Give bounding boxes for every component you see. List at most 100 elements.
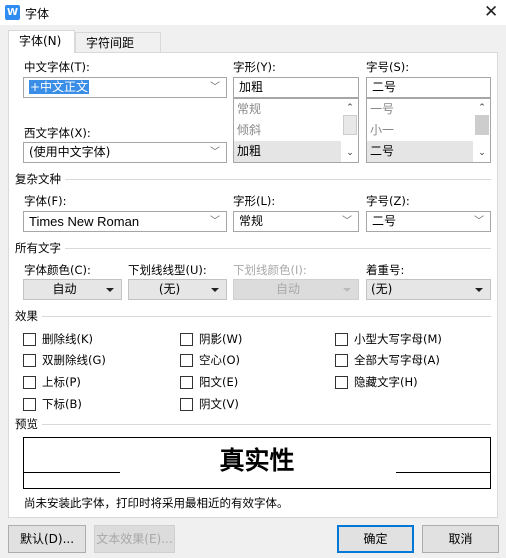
checkbox-box[interactable] [180,375,193,389]
tab-font[interactable]: 字体(N) [8,30,75,53]
chevron-down-icon[interactable]: ﹀ [342,212,352,231]
chevron-down-icon[interactable]: ﹀ [210,143,220,162]
checkbox-label: 阳文(E) [199,375,239,389]
chevron-down-icon[interactable]: ⌄ [474,146,490,160]
emphasis-dropdown[interactable]: (无) [366,279,491,300]
scrollbar-thumb[interactable] [343,115,357,135]
effect-checkbox[interactable]: 阴影(W) [180,331,242,347]
font-color-dropdown[interactable]: 自动 [23,279,122,300]
checkbox-box[interactable] [180,332,193,346]
tab-character-spacing[interactable]: 字符间距(R) [75,32,161,70]
effect-checkbox[interactable]: 双删除线(G) [23,352,106,368]
preview-box: 真实性 [23,437,491,489]
complex-font-value: Times New Roman [29,214,140,229]
effect-checkbox[interactable]: 删除线(K) [23,331,93,347]
complex-style-value: 常规 [239,214,264,228]
checkbox-label: 删除线(K) [42,332,94,346]
underline-style-dropdown[interactable]: (无) [128,279,227,300]
caret-down-icon [343,288,351,292]
western-font-label: 西文字体(X): [24,126,91,140]
section-title: 预览 [15,417,38,431]
checkbox-box[interactable] [23,375,36,389]
emphasis-label: 着重号: [366,263,405,277]
font-color-label: 字体颜色(C): [24,263,91,277]
checkbox-box[interactable] [23,397,36,411]
complex-size-label: 字号(Z): [366,194,410,208]
section-title: 效果 [15,309,38,323]
effect-checkbox[interactable]: 小型大写字母(M) [335,331,442,347]
scrollbar[interactable]: ⌃ ⌄ [342,99,358,162]
complex-style-label: 字形(L): [233,194,276,208]
chevron-down-icon[interactable]: ⌄ [342,146,358,160]
default-button[interactable]: 默认(D)... [8,525,86,553]
chevron-down-icon[interactable]: ﹀ [210,78,220,97]
section-title: 所有文字 [15,241,61,255]
text-effects-button: 文本效果(E)... [94,525,175,553]
preview-section: 预览 [15,417,491,431]
checkbox-box[interactable] [180,353,193,367]
list-item[interactable]: 常规 [234,99,358,120]
preview-text: 真实性 [219,446,295,475]
style-label: 字形(Y): [233,60,276,74]
scrollbar[interactable]: ⌃ ⌄ [474,99,490,162]
wps-writer-icon: W [5,5,20,20]
effect-checkbox[interactable]: 空心(O) [180,352,240,368]
size-list[interactable]: 一号 小一 二号 ⌃ ⌄ [366,98,491,163]
checkbox-label: 阴文(V) [199,397,239,411]
effect-checkbox[interactable]: 阳文(E) [180,374,238,390]
checkbox-box[interactable] [23,332,36,346]
preview-note: 尚未安装此字体，打印时将采用最相近的有效字体。 [24,496,289,510]
complex-font-label: 字体(F): [24,194,67,208]
caret-down-icon [106,288,114,292]
chevron-down-icon[interactable]: ﹀ [474,212,484,231]
list-item[interactable]: 一号 [367,99,490,120]
checkbox-box[interactable] [335,375,348,389]
underline-color-label: 下划线颜色(I): [233,263,307,277]
chevron-up-icon[interactable]: ⌃ [474,101,490,115]
complex-style-combo[interactable]: 常规 ﹀ [233,211,359,232]
list-item[interactable]: 倾斜 [234,120,358,141]
checkbox-box[interactable] [335,353,348,367]
title-bar [0,0,506,25]
underline-color-value: 自动 [275,282,300,296]
underline-style-value: (无) [158,282,181,296]
caret-down-icon [475,288,483,292]
complex-size-value: 二号 [372,214,397,228]
checkbox-label: 阴影(W) [199,332,243,346]
effect-checkbox[interactable]: 隐藏文字(H) [335,374,418,390]
close-icon[interactable]: ✕ [484,2,498,22]
effect-checkbox[interactable]: 全部大写字母(A) [335,352,440,368]
list-item[interactable]: 加粗 [234,141,341,162]
section-title: 复杂文种 [15,172,61,186]
style-input[interactable]: 加粗 [233,77,359,98]
checkbox-label: 双删除线(G) [42,353,106,367]
all-text-section: 所有文字 [15,241,491,255]
checkbox-box[interactable] [23,353,36,367]
underline-color-dropdown: 自动 [233,279,359,300]
complex-font-combo[interactable]: Times New Roman ﹀ [23,211,227,232]
chevron-down-icon[interactable]: ﹀ [210,212,220,231]
scrollbar-thumb[interactable] [475,115,489,135]
emphasis-value: (无) [371,282,393,296]
effect-checkbox[interactable]: 阴文(V) [180,396,239,412]
ok-button[interactable]: 确定 [337,525,414,553]
chevron-up-icon[interactable]: ⌃ [342,101,358,115]
size-input[interactable]: 二号 [366,77,491,98]
style-list[interactable]: 常规 倾斜 加粗 ⌃ ⌄ [233,98,359,163]
effect-checkbox[interactable]: 上标(P) [23,374,81,390]
checkbox-label: 隐藏文字(H) [354,375,418,389]
effects-section: 效果 [15,309,491,323]
list-item[interactable]: 二号 [367,141,473,162]
checkbox-label: 小型大写字母(M) [354,332,442,346]
cancel-button[interactable]: 取消 [422,525,499,553]
chinese-font-combo[interactable]: +中文正文 ﹀ [23,77,227,98]
checkbox-label: 空心(O) [199,353,241,367]
effect-checkbox[interactable]: 下标(B) [23,396,82,412]
complex-size-combo[interactable]: 二号 ﹀ [366,211,491,232]
checkbox-label: 下标(B) [42,397,82,411]
checkbox-box[interactable] [335,332,348,346]
list-item[interactable]: 小一 [367,120,490,141]
chinese-font-label: 中文字体(T): [24,60,90,74]
western-font-combo[interactable]: (使用中文字体) ﹀ [23,142,227,163]
checkbox-box[interactable] [180,397,193,411]
